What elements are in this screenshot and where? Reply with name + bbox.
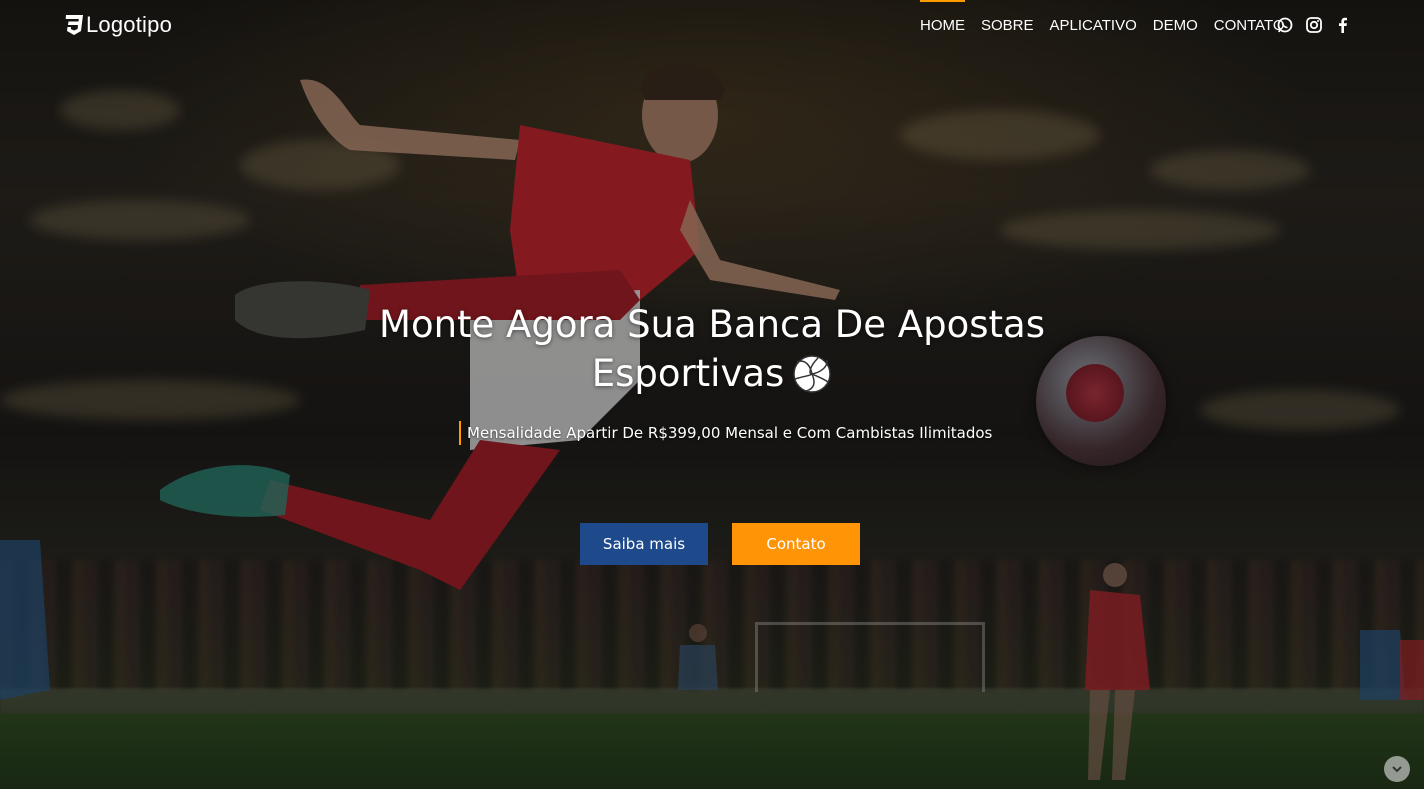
nav-aplicativo[interactable]: APLICATIVO [1042, 0, 1145, 34]
scroll-down-button[interactable] [1384, 756, 1410, 782]
saiba-mais-button[interactable]: Saiba mais [580, 523, 708, 565]
volleyball-icon [793, 354, 832, 393]
css3-logo-icon [65, 15, 83, 35]
contato-button[interactable]: Contato [732, 523, 860, 565]
logo[interactable]: Logotipo [64, 12, 172, 38]
chevron-down-icon [1392, 766, 1402, 773]
nav-home[interactable]: HOME [912, 0, 973, 34]
social-links [1276, 16, 1352, 34]
hero-title-line1: Monte Agora Sua Banca De Apostas [379, 303, 1045, 346]
hero-subtitle: Mensalidade Apartir De R$399,00 Mensal e… [459, 421, 992, 445]
hero-title-line2-wrap: Esportivas [592, 349, 833, 398]
hero-title: Monte Agora Sua Banca De Apostas Esporti… [0, 300, 1424, 398]
whatsapp-icon[interactable] [1276, 16, 1294, 34]
facebook-icon[interactable] [1334, 16, 1352, 34]
logo-text: Logotipo [86, 12, 173, 37]
hero-title-line2: Esportivas [591, 352, 785, 395]
nav-sobre[interactable]: SOBRE [973, 0, 1042, 34]
main-nav: HOME SOBRE APLICATIVO DEMO CONTATO [912, 0, 1293, 52]
instagram-icon[interactable] [1305, 16, 1323, 34]
nav-demo[interactable]: DEMO [1145, 0, 1206, 34]
